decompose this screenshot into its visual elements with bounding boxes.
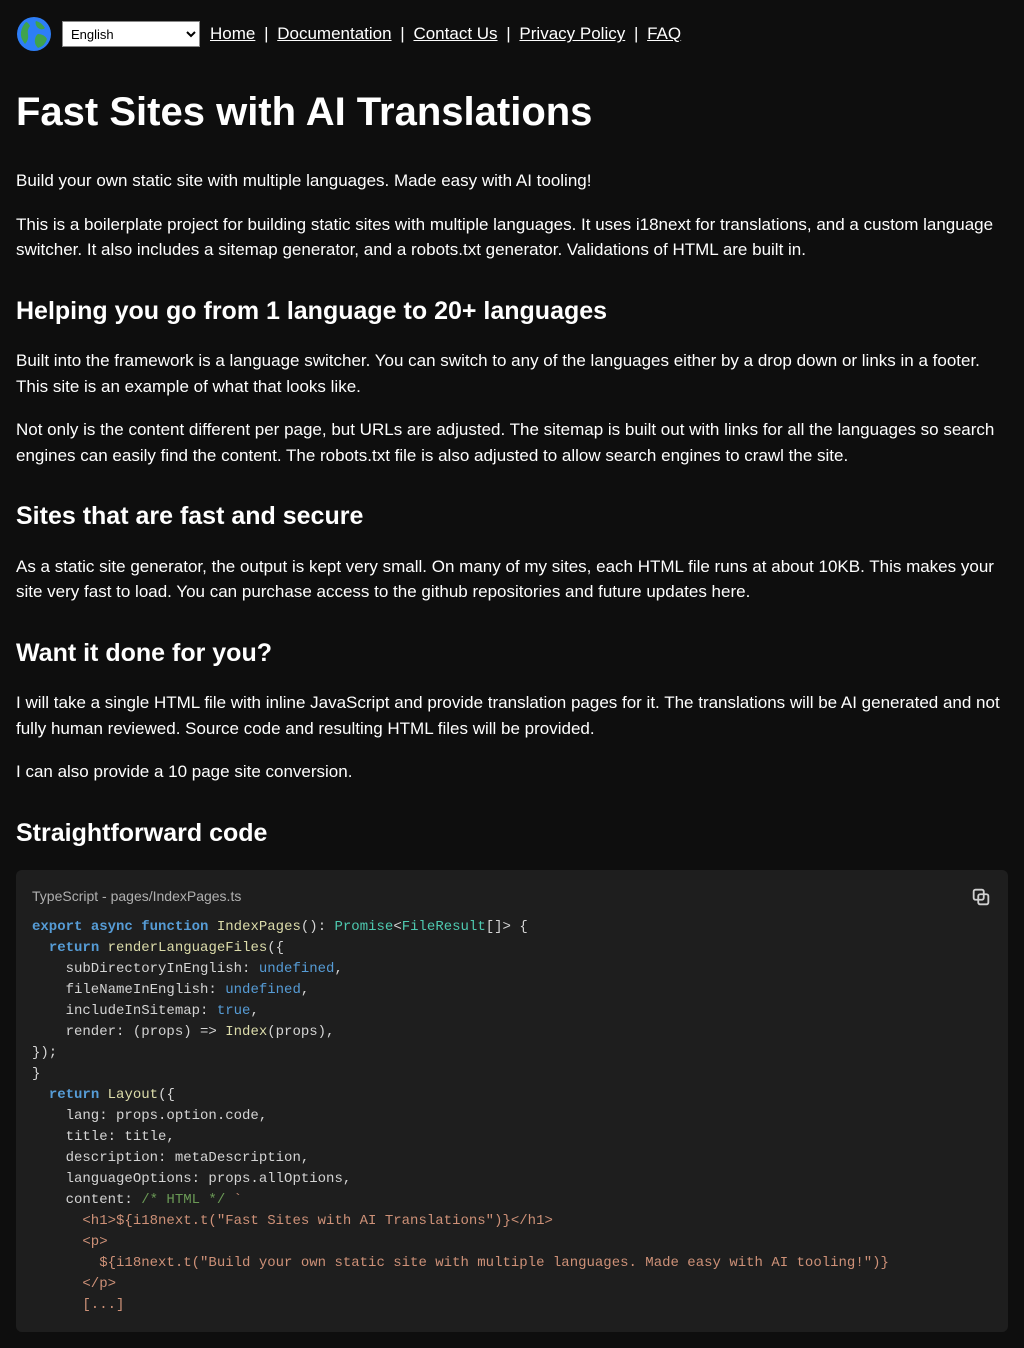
intro-paragraph-1: Build your own static site with multiple…	[16, 168, 1008, 194]
done-for-you-paragraph-1: I will take a single HTML file with inli…	[16, 690, 1008, 741]
globe-icon	[16, 16, 52, 52]
languages-paragraph-2: Not only is the content different per pa…	[16, 417, 1008, 468]
languages-paragraph-1: Built into the framework is a language s…	[16, 348, 1008, 399]
section-heading-fast-secure: Sites that are fast and secure	[16, 498, 1008, 536]
intro-paragraph-2: This is a boilerplate project for buildi…	[16, 212, 1008, 263]
section-heading-languages: Helping you go from 1 language to 20+ la…	[16, 293, 1008, 331]
site-header: English Home | Documentation | Contact U…	[16, 16, 1008, 52]
nav-separator: |	[498, 24, 520, 43]
nav-faq[interactable]: FAQ	[647, 24, 681, 43]
section-heading-code: Straightforward code	[16, 815, 1008, 853]
code-content: export async function IndexPages(): Prom…	[32, 917, 992, 1316]
fast-secure-paragraph: As a static site generator, the output i…	[16, 554, 1008, 605]
copy-button[interactable]	[968, 884, 994, 913]
top-nav: Home | Documentation | Contact Us | Priv…	[210, 21, 681, 47]
language-select[interactable]: English	[62, 21, 200, 47]
nav-separator: |	[625, 24, 647, 43]
nav-separator: |	[255, 24, 277, 43]
nav-documentation[interactable]: Documentation	[277, 24, 391, 43]
nav-privacy[interactable]: Privacy Policy	[519, 24, 625, 43]
code-label: TypeScript - pages/IndexPages.ts	[32, 886, 992, 907]
page-title: Fast Sites with AI Translations	[16, 82, 1008, 142]
done-for-you-paragraph-2: I can also provide a 10 page site conver…	[16, 759, 1008, 785]
nav-separator: |	[392, 24, 414, 43]
nav-home[interactable]: Home	[210, 24, 255, 43]
code-block: TypeScript - pages/IndexPages.ts export …	[16, 870, 1008, 1332]
section-heading-done-for-you: Want it done for you?	[16, 635, 1008, 673]
nav-contact[interactable]: Contact Us	[413, 24, 497, 43]
copy-icon	[970, 896, 992, 911]
